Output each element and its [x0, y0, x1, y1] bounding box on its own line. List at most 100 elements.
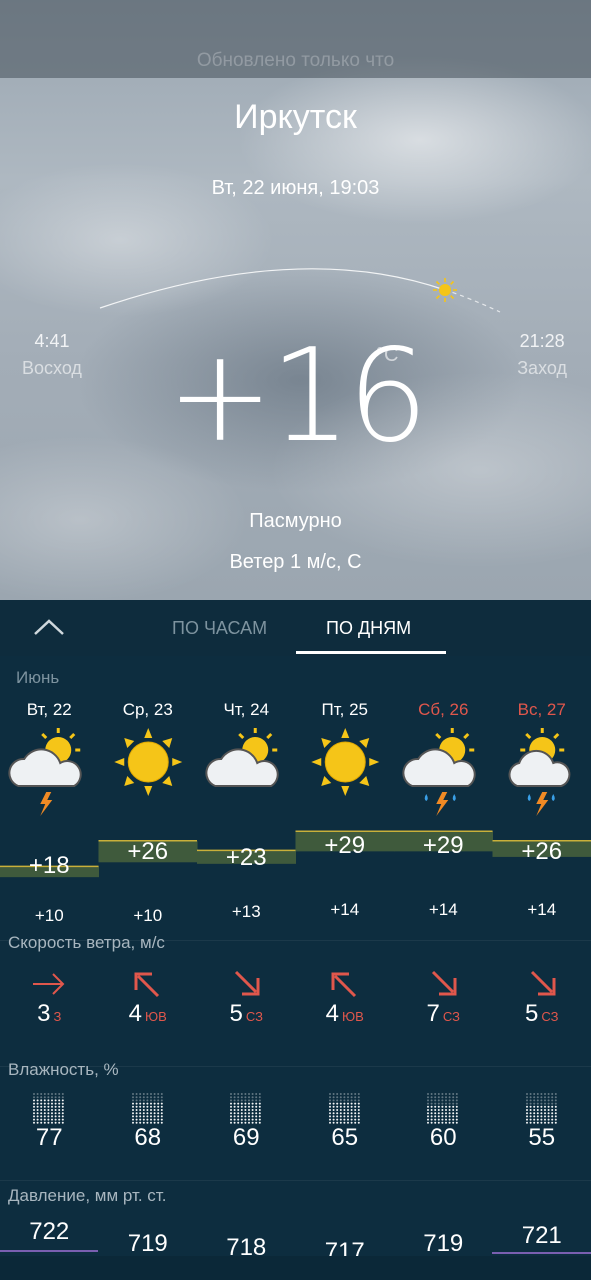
humidity-dot: [332, 1096, 335, 1099]
humidity-dot: [237, 1118, 240, 1121]
humidity-dot: [44, 1096, 47, 1099]
humidity-dot: [332, 1102, 335, 1105]
humidity-dot: [241, 1115, 244, 1118]
humidity-dot: [135, 1105, 138, 1108]
day-label[interactable]: Пт, 25: [296, 700, 395, 720]
humidity-dot: [540, 1093, 543, 1095]
wind-cell: 4 ЮВ: [99, 968, 198, 1028]
humidity-dot: [532, 1115, 535, 1118]
humidity-dot: [532, 1105, 535, 1108]
day-high-temp: +29: [324, 832, 366, 859]
humidity-dot: [343, 1118, 346, 1121]
humidity-dot: [131, 1099, 134, 1102]
wind-direction: СЗ: [245, 1009, 263, 1024]
humidity-dot: [241, 1105, 244, 1108]
humidity-dot: [44, 1105, 47, 1108]
humidity-dot: [40, 1112, 43, 1115]
day-high-temp: +23: [225, 844, 267, 871]
humidity-dot: [40, 1118, 43, 1121]
humidity-dot: [427, 1099, 430, 1102]
humidity-dot: [153, 1093, 156, 1095]
sunny-icon: [113, 728, 182, 796]
pressure-section-title: Давление, мм рт. ст.: [8, 1186, 167, 1205]
humidity-dot: [44, 1118, 47, 1121]
humidity-dot: [62, 1105, 65, 1108]
chevron-up-icon[interactable]: [32, 614, 66, 640]
humidity-dot: [536, 1109, 539, 1111]
humidity-dot: [532, 1112, 535, 1115]
humidity-dot: [346, 1099, 349, 1102]
humidity-dot: [241, 1112, 244, 1115]
humidity-dot: [259, 1118, 262, 1121]
day-label[interactable]: Вт, 22: [0, 700, 99, 720]
humidity-dot: [448, 1112, 451, 1115]
humidity-dot: [248, 1093, 251, 1095]
humidity-dot: [456, 1102, 459, 1105]
humidity-dot: [135, 1096, 138, 1099]
humidity-dot: [550, 1099, 553, 1102]
wind-speed: 7: [426, 1000, 440, 1027]
humidity-dot: [350, 1115, 353, 1118]
humidity-dot: [427, 1105, 430, 1108]
humidity-dot: [255, 1102, 258, 1105]
day-label[interactable]: Вс, 27: [493, 700, 591, 720]
humidity-dot: [543, 1115, 546, 1118]
wind-arrow-northwest-icon: [331, 972, 356, 998]
humidity-dot: [138, 1118, 141, 1121]
humidity-dot: [259, 1109, 262, 1111]
humidity-dot: [339, 1115, 342, 1118]
humidity-dot: [230, 1121, 233, 1124]
humidity-dot: [230, 1096, 233, 1099]
humidity-dot: [153, 1105, 156, 1108]
city-name[interactable]: Иркутск: [0, 98, 591, 137]
day-label[interactable]: Сб, 26: [394, 700, 493, 720]
wind-direction: З: [53, 1009, 62, 1024]
humidity-dot: [339, 1099, 342, 1102]
humidity-dot: [540, 1115, 543, 1118]
humidity-dot: [434, 1115, 437, 1118]
humidity-dot: [62, 1118, 65, 1121]
humidity-dot: [441, 1112, 444, 1115]
humidity-dot: [525, 1109, 528, 1111]
humidity-dot: [434, 1102, 437, 1105]
humidity-dot: [438, 1099, 441, 1102]
day-label[interactable]: Чт, 24: [197, 700, 296, 720]
tab-daily[interactable]: ПО ДНЯМ: [326, 618, 411, 639]
day-label[interactable]: Ср, 23: [99, 700, 198, 720]
humidity-dot: [427, 1112, 430, 1115]
humidity-dot: [248, 1096, 251, 1099]
humidity-dot: [244, 1102, 247, 1105]
tab-hourly[interactable]: ПО ЧАСАМ: [172, 618, 267, 639]
active-tab-indicator: [296, 651, 446, 654]
humidity-dot: [550, 1105, 553, 1108]
humidity-dot: [430, 1096, 433, 1099]
humidity-dot: [540, 1112, 543, 1115]
humidity-dot: [353, 1102, 356, 1105]
current-datetime: Вт, 22 июня, 19:03: [211, 177, 380, 199]
humidity-dot: [156, 1093, 159, 1095]
humidity-dot: [525, 1105, 528, 1108]
humidity-dot: [142, 1105, 145, 1108]
wind-direction: ЮВ: [342, 1009, 364, 1024]
humidity-dot: [160, 1093, 163, 1095]
humidity-dot: [36, 1105, 39, 1108]
partly-cloudy-thunder-icon: [8, 728, 82, 816]
humidity-dot: [149, 1112, 152, 1115]
humidity-dot: [456, 1099, 459, 1102]
humidity-dot: [452, 1115, 455, 1118]
humidity-dot: [350, 1099, 353, 1102]
humidity-dot: [241, 1118, 244, 1121]
humidity-dot: [554, 1096, 557, 1099]
humidity-dot: [131, 1115, 134, 1118]
humidity-dot: [47, 1093, 50, 1095]
humidity-dot: [244, 1105, 247, 1108]
humidity-dot: [350, 1102, 353, 1105]
humidity-dot: [448, 1102, 451, 1105]
humidity-dot: [131, 1109, 134, 1111]
humidity-dot: [332, 1118, 335, 1121]
humidity-dot: [58, 1109, 61, 1111]
humidity-dot: [51, 1109, 54, 1111]
humidity-dot: [251, 1109, 254, 1111]
humidity-dot: [259, 1105, 262, 1108]
humidity-dot: [160, 1112, 163, 1115]
